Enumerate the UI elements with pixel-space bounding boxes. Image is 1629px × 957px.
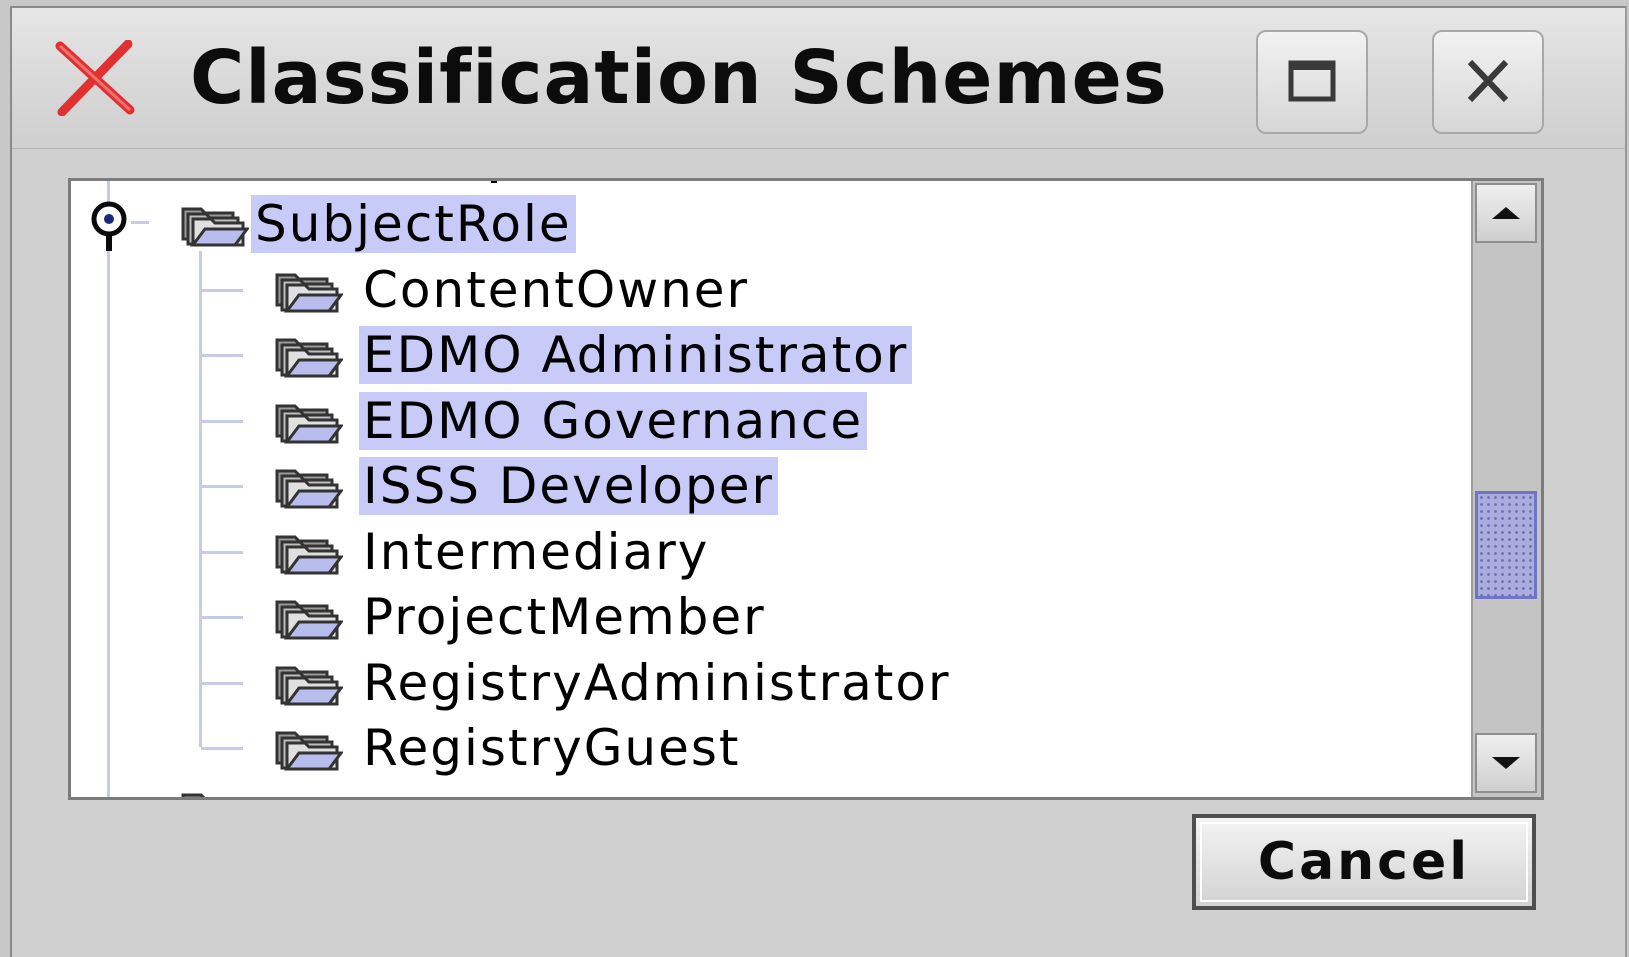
open-folders-icon (177, 199, 250, 251)
open-folders-icon (271, 396, 344, 448)
tree-node-registryadministrator[interactable]: RegistryAdministrator (71, 650, 1451, 714)
tree-node-edmo-governance[interactable]: EDMO Governance (71, 388, 1451, 452)
scroll-up-button[interactable] (1475, 183, 1537, 243)
tree-node-label: RegistryAdministrator (363, 653, 951, 712)
tree-node-label: ContentOwner (363, 260, 750, 319)
tree-node-contentowner[interactable]: ContentOwner (71, 257, 1451, 321)
tree-node-intermediary[interactable]: Intermediary (71, 519, 1451, 583)
classification-schemes-dialog: Classification Schemes SubjectRole Conte… (10, 6, 1627, 957)
open-folders-icon (271, 592, 344, 644)
tree-node-registryguest[interactable]: RegistryGuest (71, 715, 1451, 779)
open-folders-icon (271, 723, 344, 775)
tree-node-label: Intermediary (363, 522, 710, 581)
red-x-icon (55, 40, 135, 116)
tree-node-label: EDMO Administrator (359, 326, 913, 384)
open-folders-icon (271, 330, 344, 382)
close-button[interactable] (1432, 30, 1544, 134)
tree-node-label: ProjectMember (363, 588, 766, 646)
tree-node-edmo-administrator[interactable]: EDMO Administrator (71, 322, 1451, 386)
maximize-button[interactable] (1256, 30, 1368, 134)
title-bar[interactable]: Classification Schemes (12, 8, 1625, 149)
tree-node-label: ISSS Developer (359, 457, 779, 515)
close-icon (1467, 59, 1509, 103)
open-folders-icon (177, 785, 249, 797)
scroll-thumb[interactable] (1475, 491, 1537, 599)
tree-node-isss-developer[interactable]: ISSS Developer (71, 453, 1451, 517)
tree-node-subjectrole[interactable]: SubjectRole (71, 191, 1451, 255)
tree-node-projectmember[interactable]: ProjectMember (71, 584, 1451, 648)
vertical-scrollbar[interactable] (1471, 181, 1541, 797)
open-folders-icon (271, 265, 344, 317)
classification-tree[interactable]: SubjectRole ContentOwner EDMO Administra… (68, 178, 1544, 800)
window-title: Classification Schemes (190, 35, 1168, 121)
open-folders-icon (271, 527, 344, 579)
maximize-icon (1288, 60, 1336, 102)
tree-node-label: EDMO Governance (359, 391, 868, 450)
open-folders-icon (271, 658, 344, 710)
tree-node-label: RegistryGuest (363, 719, 741, 777)
tree-connector-line (491, 181, 497, 183)
scroll-down-button[interactable] (1475, 733, 1537, 793)
arrow-down-icon (1492, 757, 1520, 769)
tree-node-label: SubjectRole (251, 195, 576, 253)
open-folders-icon (271, 461, 344, 513)
arrow-up-icon (1492, 207, 1520, 219)
cancel-button[interactable]: Cancel (1192, 814, 1536, 910)
